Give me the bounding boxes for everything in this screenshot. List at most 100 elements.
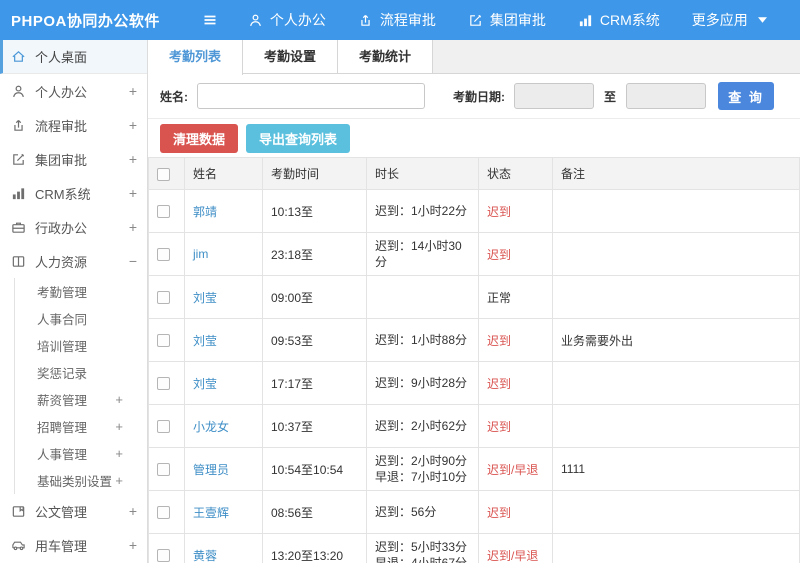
sidebar-subitem-4[interactable]: 奖惩记录 xyxy=(15,359,147,386)
tab-1[interactable]: 考勤列表 xyxy=(148,40,244,75)
expand-toggle-icon[interactable]: + xyxy=(115,392,123,407)
row-checkbox[interactable] xyxy=(157,291,170,305)
expand-toggle-icon[interactable]: + xyxy=(115,419,123,434)
status-cell: 迟到 xyxy=(478,490,553,534)
menu-toggle-button[interactable] xyxy=(202,12,218,28)
employee-name-link[interactable]: 刘莹 xyxy=(193,377,217,391)
note-cell xyxy=(552,361,800,405)
row-checkbox[interactable] xyxy=(157,463,170,477)
expand-toggle-icon[interactable]: + xyxy=(129,503,137,519)
row-checkbox[interactable] xyxy=(157,420,170,434)
sidebar-subitem-3[interactable]: 培训管理 xyxy=(15,332,147,359)
document-icon xyxy=(10,504,27,519)
topbar: PHPOA协同办公软件 个人办公 流程审批 集团审批 CRM系统 更多应用 xyxy=(0,0,800,40)
expand-toggle-icon[interactable]: + xyxy=(115,473,123,488)
sidebar-item-label: 行政办公 xyxy=(35,220,88,236)
sidebar-item-9[interactable]: 用车管理 + xyxy=(0,528,147,562)
table-row: 刘莹 09:00至 正常 xyxy=(148,275,800,319)
expand-toggle-icon[interactable]: + xyxy=(129,117,137,133)
attendance-time-cell: 10:54至10:54 xyxy=(262,447,367,491)
sidebar-item-4[interactable]: 集团审批 + xyxy=(0,142,147,176)
expand-toggle-icon[interactable]: − xyxy=(129,253,137,269)
duration-cell: 迟到：14小时30分 xyxy=(366,232,479,276)
date-to-input[interactable] xyxy=(626,83,707,109)
date-from-input[interactable] xyxy=(514,83,594,109)
employee-name-link[interactable]: 刘莹 xyxy=(193,334,217,348)
sidebar: 个人桌面 个人办公 + 流程审批 + 集团审批 + CRM系统 + 行政办公 + 人力资源 − 考勤管理人… xyxy=(0,40,148,563)
expand-toggle-icon[interactable]: + xyxy=(129,219,137,235)
sidebar-item-2[interactable]: 个人办公 + xyxy=(0,74,147,108)
sidebar-subitem-5[interactable]: 薪资管理 + xyxy=(15,386,147,413)
sidebar-subitem-8[interactable]: 基础类别设置 + xyxy=(15,467,147,494)
column-header: 时长 xyxy=(366,157,479,190)
tab-2[interactable]: 考勤设置 xyxy=(243,40,339,73)
employee-name-link[interactable]: 黄蓉 xyxy=(193,549,217,563)
employee-name-link[interactable]: 管理员 xyxy=(193,463,229,477)
column-header: 姓名 xyxy=(184,157,263,190)
select-all-header-cell xyxy=(148,157,185,190)
sidebar-subitem-7[interactable]: 人事管理 + xyxy=(15,440,147,467)
row-checkbox[interactable] xyxy=(157,506,170,520)
sidebar-item-3[interactable]: 流程审批 + xyxy=(0,108,147,142)
expand-toggle-icon[interactable]: + xyxy=(115,446,123,461)
top-nav-item-1[interactable]: 个人办公 xyxy=(248,10,326,30)
clear-data-button[interactable]: 清理数据 xyxy=(160,124,239,153)
table-row: 刘莹 09:53至 迟到：1小时88分 迟到 业务需要外出 xyxy=(148,318,800,362)
search-button[interactable]: 查 询 xyxy=(718,82,775,110)
employee-name-link[interactable]: 郭靖 xyxy=(193,205,217,219)
employee-name-link[interactable]: 刘莹 xyxy=(193,291,217,305)
edit-icon xyxy=(468,13,483,28)
sidebar-item-8[interactable]: 公文管理 + xyxy=(0,494,147,528)
top-nav-item-3[interactable]: 集团审批 xyxy=(468,10,546,30)
employee-name-link[interactable]: jim xyxy=(193,247,208,261)
sidebar-item-1[interactable]: 个人桌面 xyxy=(0,40,147,74)
export-list-button[interactable]: 导出查询列表 xyxy=(246,124,351,153)
body-wrap: 个人桌面 个人办公 + 流程审批 + 集团审批 + CRM系统 + 行政办公 + 人力资源 − 考勤管理人… xyxy=(0,40,800,563)
person-icon xyxy=(248,13,263,28)
briefcase-icon xyxy=(10,220,27,235)
nav-item-label: 集团审批 xyxy=(489,12,546,28)
sidebar-item-label: 集团审批 xyxy=(35,152,88,168)
sidebar-subitem-label: 薪资管理 xyxy=(37,394,88,408)
tab-bar: 考勤列表 考勤设置 考勤统计 xyxy=(148,40,800,75)
sidebar-subitem-2[interactable]: 人事合同 xyxy=(15,305,147,332)
app-title: PHPOA协同办公软件 xyxy=(11,12,160,30)
row-checkbox[interactable] xyxy=(157,377,170,391)
column-header: 状态 xyxy=(478,157,553,190)
select-all-checkbox[interactable] xyxy=(157,167,170,181)
status-cell: 迟到 xyxy=(478,404,553,448)
sidebar-subitem-label: 培训管理 xyxy=(37,340,88,354)
table-row: 刘莹 17:17至 迟到：9小时28分 迟到 xyxy=(148,361,800,405)
name-input[interactable] xyxy=(197,83,425,109)
row-checkbox[interactable] xyxy=(157,549,170,563)
bar-chart-icon xyxy=(578,13,593,28)
row-checkbox[interactable] xyxy=(157,334,170,348)
status-cell: 正常 xyxy=(478,275,553,319)
expand-toggle-icon[interactable]: + xyxy=(129,185,137,201)
attendance-time-cell: 09:53至 xyxy=(262,318,367,362)
attendance-time-cell: 08:56至 xyxy=(262,490,367,534)
sidebar-subitem-label: 人事合同 xyxy=(37,313,88,327)
attendance-time-cell: 10:13至 xyxy=(262,189,367,233)
attendance-time-cell: 09:00至 xyxy=(262,275,367,319)
top-nav-item-5[interactable]: 更多应用 xyxy=(692,10,767,30)
sidebar-item-label: 个人办公 xyxy=(35,84,88,100)
row-checkbox[interactable] xyxy=(157,248,170,262)
sidebar-subitem-6[interactable]: 招聘管理 + xyxy=(15,413,147,440)
nav-item-label: CRM系统 xyxy=(599,12,660,28)
row-checkbox[interactable] xyxy=(157,205,170,219)
tab-3[interactable]: 考勤统计 xyxy=(338,40,434,73)
sidebar-item-7[interactable]: 人力资源 − xyxy=(0,244,147,278)
sidebar-item-6[interactable]: 行政办公 + xyxy=(0,210,147,244)
expand-toggle-icon[interactable]: + xyxy=(129,151,137,167)
expand-toggle-icon[interactable]: + xyxy=(129,83,137,99)
sidebar-subitem-1[interactable]: 考勤管理 xyxy=(15,278,147,305)
employee-name-link[interactable]: 小龙女 xyxy=(193,420,229,434)
bar-chart-icon xyxy=(10,186,27,201)
filter-bar: 姓名: 考勤日期: 至 查 询 xyxy=(148,74,800,119)
expand-toggle-icon[interactable]: + xyxy=(129,537,137,553)
top-nav-item-4[interactable]: CRM系统 xyxy=(578,10,660,30)
sidebar-item-5[interactable]: CRM系统 + xyxy=(0,176,147,210)
top-nav-item-2[interactable]: 流程审批 xyxy=(358,10,436,30)
employee-name-link[interactable]: 王壹辉 xyxy=(193,506,229,520)
